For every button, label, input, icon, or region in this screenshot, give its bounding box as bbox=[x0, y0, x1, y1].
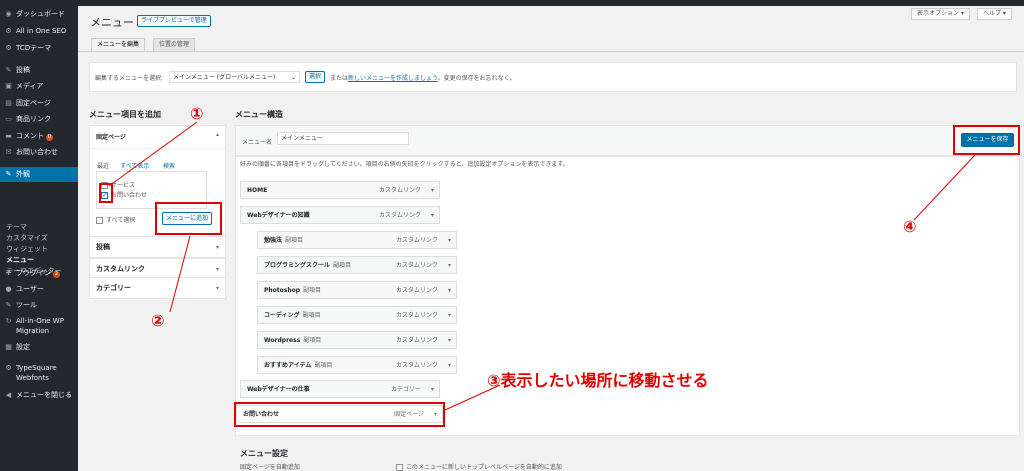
annotation-step-1: ① bbox=[190, 104, 204, 123]
annotation-step-3: ③表示したい場所に移動させる bbox=[487, 371, 709, 390]
annotation-step-4: ④ bbox=[903, 217, 917, 236]
annotation-step-2: ② bbox=[151, 311, 165, 330]
annotation-lines bbox=[108, 121, 976, 411]
